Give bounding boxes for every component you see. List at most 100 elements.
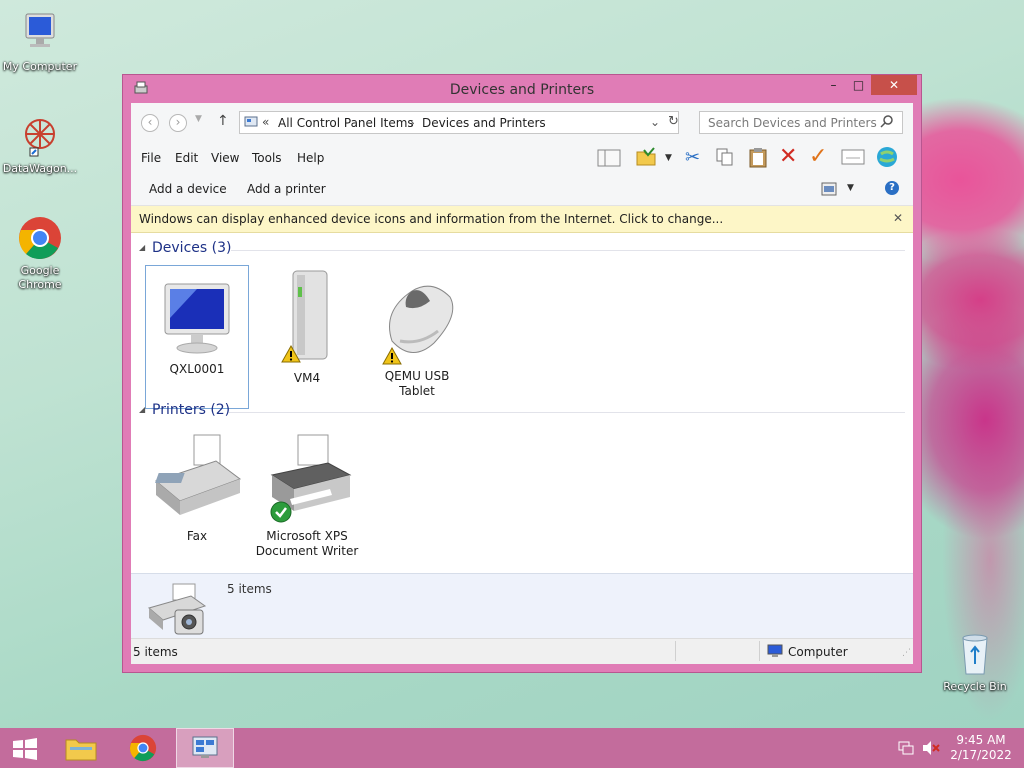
datawagon-logo-icon [16,112,64,160]
devices-group-heading[interactable]: Devices (3) [152,240,231,256]
taskbar-file-explorer[interactable] [54,728,110,768]
devices-group-divider [231,250,905,251]
desktop-icon-datawagon[interactable]: DataWagon... [0,112,80,176]
change-view-icon[interactable] [821,182,837,199]
printer-label: Microsoft XPS Document Writer [255,529,359,558]
preview-pane-icon[interactable] [597,148,621,171]
taskbar: 9:45 AM 2/17/2022 [0,728,1024,768]
device-qxl0001[interactable]: QXL0001 [145,265,249,409]
status-bar: 5 items Computer ⋰ [131,638,913,664]
address-row: ‹ › ▼ ↑ « All Control Panel Items › Devi… [131,103,913,143]
clock[interactable]: 9:45 AM 2/17/2022 [946,733,1016,763]
add-printer-button[interactable]: Add a printer [247,182,326,196]
fax-icon [150,431,244,523]
start-button[interactable] [0,728,56,768]
info-bar[interactable]: Windows can display enhanced device icon… [131,206,913,233]
breadcrumb-devices-and-printers[interactable]: Devices and Printers [422,116,546,130]
forward-button[interactable]: › [169,114,187,132]
paste-icon[interactable] [747,146,769,171]
breadcrumb-all-control-panel-items[interactable]: All Control Panel Items [278,116,414,130]
computer-icon [16,10,64,58]
warning-icon [382,346,402,369]
address-bar[interactable]: « All Control Panel Items › Devices and … [239,111,679,134]
address-dropdown-chevron-icon[interactable]: ⌄ [650,115,660,129]
windows-logo-icon [12,738,38,763]
printers-group-heading[interactable]: Printers (2) [152,402,230,418]
details-pane: 5 items [131,573,913,646]
menu-help[interactable]: Help [297,151,324,165]
folder-options-chevron-icon[interactable]: ▼ [665,153,672,163]
menu-bar: File Edit View Tools Help ▼ ✂ ✕ ✓ [131,143,913,173]
taskbar-google-chrome[interactable] [116,728,172,768]
chrome-icon [16,214,64,262]
printer-fax[interactable]: Fax [145,427,249,544]
refresh-icon[interactable]: ↻ [668,114,679,129]
chrome-icon [128,733,158,766]
printer-label: Fax [186,529,208,543]
menu-edit[interactable]: Edit [175,151,198,165]
window-client-area: ‹ › ▼ ↑ « All Control Panel Items › Devi… [131,103,913,664]
desktop-icon-label: My Computer [2,60,78,73]
device-label: QXL0001 [169,362,225,376]
printer-microsoft-xps-document-writer[interactable]: Microsoft XPS Document Writer [255,427,359,559]
help-icon[interactable]: ? [885,181,899,195]
clock-time: 9:45 AM [956,733,1006,747]
device-qemu-usb-tablet[interactable]: QEMU USB Tablet [365,265,469,399]
title-bar[interactable]: Devices and Printers – □ ✕ [123,75,921,103]
info-bar-message[interactable]: Windows can display enhanced device icon… [139,212,723,226]
breadcrumb-separator-icon: › [410,116,415,130]
back-button[interactable]: ‹ [141,114,159,132]
computer-icon [767,644,783,661]
window-title: Devices and Printers [449,82,595,98]
search-icon[interactable] [880,114,894,131]
recent-locations-chevron-icon[interactable]: ▼ [195,114,202,124]
network-icon[interactable] [898,740,914,759]
status-location: Computer [788,645,848,659]
properties-check-icon[interactable]: ✓ [809,144,827,169]
recycle-bin-icon [951,630,999,678]
view-options-chevron-icon[interactable]: ▼ [847,183,854,193]
printers-group-collapse-icon[interactable]: ◢ [139,405,145,414]
search-box[interactable]: Search Devices and Printers [699,111,903,134]
desktop-icon-label: Google Chrome [18,264,62,291]
warning-icon [281,344,301,367]
control-panel-icon [191,735,219,764]
desktop-icon-recycle-bin[interactable]: Recycle Bin [935,630,1015,694]
desktop-icon-label: DataWagon... [2,162,78,175]
desktop-icon-my-computer[interactable]: My Computer [0,10,80,74]
device-label: QEMU USB Tablet [384,369,450,398]
add-device-button[interactable]: Add a device [149,182,227,196]
taskbar-devices-and-printers[interactable] [176,728,234,768]
internet-globe-icon[interactable] [875,145,899,172]
status-divider [759,641,760,661]
info-bar-close-button[interactable]: ✕ [893,211,903,225]
volume-muted-icon[interactable] [922,740,940,759]
breadcrumb-overflow[interactable]: « [262,115,269,129]
menu-tools[interactable]: Tools [252,151,282,165]
rename-icon[interactable] [841,148,865,169]
command-bar: Add a device Add a printer ▼ ? [131,173,913,206]
printers-group-divider [229,412,905,413]
monitor-icon [157,278,237,360]
delete-icon[interactable]: ✕ [779,144,797,169]
status-divider [675,641,676,661]
close-button[interactable]: ✕ [871,75,917,95]
up-arrow-icon[interactable]: ↑ [217,113,229,129]
clock-date: 2/17/2022 [950,748,1012,762]
copy-icon[interactable] [715,147,735,170]
minimize-button[interactable]: – [820,75,847,95]
default-printer-check-icon [270,501,292,527]
folder-options-icon[interactable] [635,146,657,171]
search-input[interactable]: Search Devices and Printers [708,116,877,130]
devices-group-collapse-icon[interactable]: ◢ [139,243,145,252]
maximize-button[interactable]: □ [845,75,872,95]
cut-icon[interactable]: ✂ [685,147,700,168]
mouse-icon [372,271,462,365]
resize-grip-icon[interactable]: ⋰ [902,648,911,658]
desktop-icon-google-chrome[interactable]: Google Chrome [0,214,80,292]
menu-view[interactable]: View [211,151,239,165]
devices-and-printers-window: Devices and Printers – □ ✕ ‹ › ▼ ↑ « All… [122,74,922,673]
device-vm4[interactable]: VM4 [255,265,359,386]
status-item-count: 5 items [133,645,178,659]
menu-file[interactable]: File [141,151,161,165]
